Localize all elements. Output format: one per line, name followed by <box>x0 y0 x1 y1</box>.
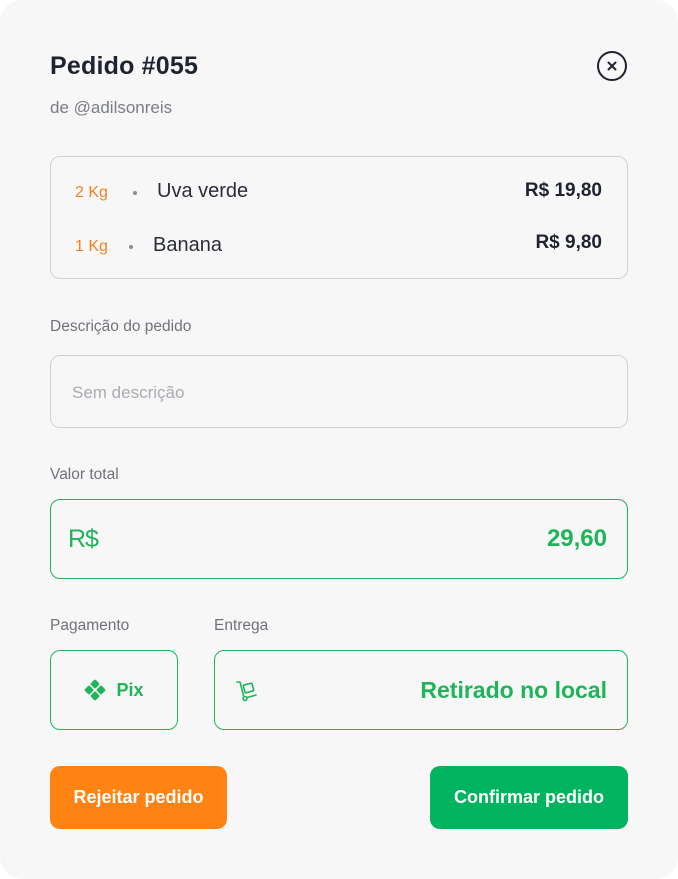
order-title: Pedido #055 <box>50 52 199 80</box>
order-items-list: 2 Kg Uva verde R$ 19,80 1 Kg Banana R$ 9… <box>50 156 628 279</box>
separator-dot <box>129 245 133 249</box>
pix-icon <box>85 679 106 701</box>
list-item: 2 Kg Uva verde R$ 19,80 <box>51 179 627 207</box>
payment-method-label: Pix <box>116 679 144 700</box>
item-price: R$ 9,80 <box>535 232 602 253</box>
item-price: R$ 19,80 <box>524 180 602 201</box>
reject-order-button[interactable]: Rejeitar pedido <box>50 766 227 829</box>
delivery-label: Entrega <box>214 617 269 634</box>
description-label: Descrição do pedido <box>50 318 192 335</box>
customer-handle: de @adilsonreis <box>50 98 173 117</box>
payment-method-button[interactable]: Pix <box>50 650 178 730</box>
confirm-order-button[interactable]: Confirmar pedido <box>430 766 628 829</box>
delivery-method-button[interactable]: Retirado no local <box>214 650 628 730</box>
separator-dot <box>133 191 137 195</box>
order-modal: Pedido #055 de @adilsonreis 2 Kg Uva ver… <box>0 0 678 879</box>
description-input[interactable] <box>70 356 614 429</box>
currency-symbol: R$ <box>68 525 99 553</box>
description-field[interactable] <box>50 355 628 429</box>
item-name: Banana <box>153 234 222 256</box>
total-amount: 29,60 <box>546 525 607 552</box>
close-icon <box>607 61 617 71</box>
item-quantity: 2 Kg <box>75 184 108 201</box>
close-button[interactable] <box>597 51 627 81</box>
delivery-method-label: Retirado no local <box>420 677 607 703</box>
item-name: Uva verde <box>157 180 249 202</box>
list-item: 1 Kg Banana R$ 9,80 <box>51 232 627 261</box>
hand-truck-icon <box>236 681 257 702</box>
total-label: Valor total <box>50 466 119 483</box>
total-value-field: R$ 29,60 <box>50 499 628 579</box>
item-quantity: 1 Kg <box>75 238 108 255</box>
payment-label: Pagamento <box>50 617 130 634</box>
